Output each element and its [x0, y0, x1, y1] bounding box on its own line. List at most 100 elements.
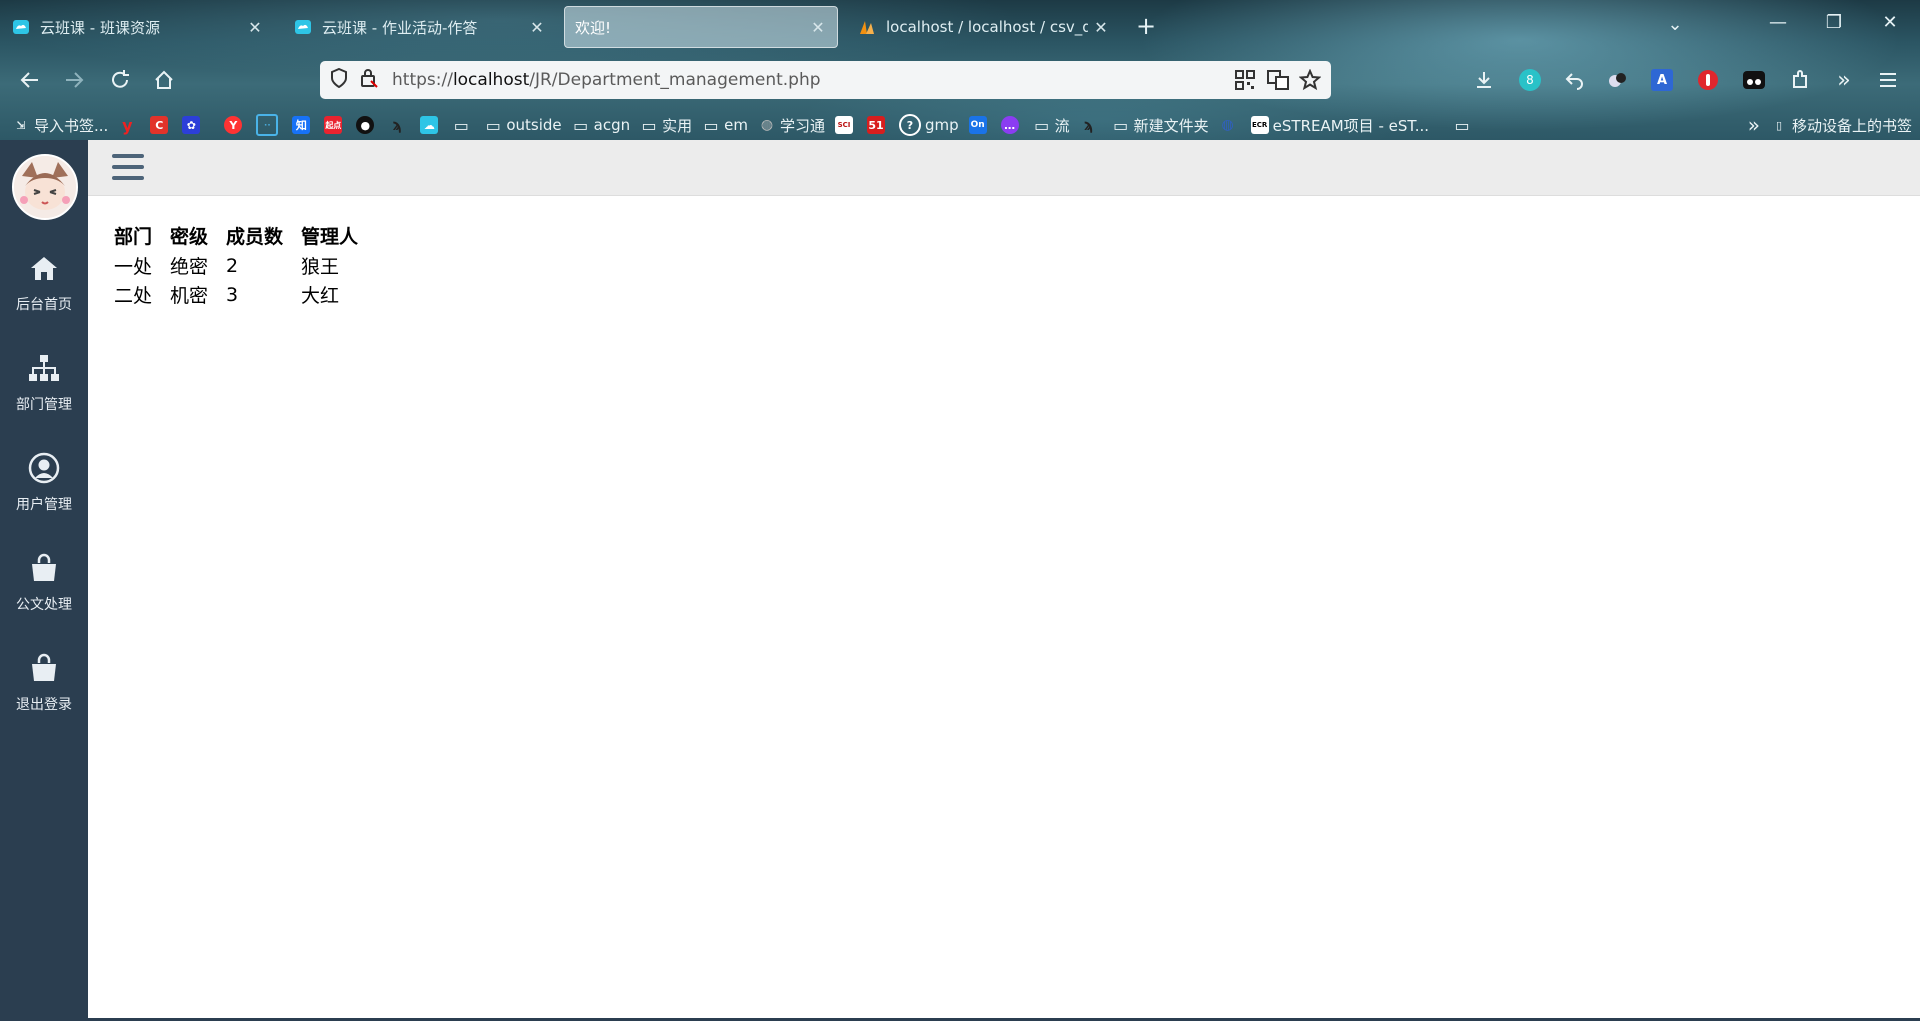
- bookmark-script-2[interactable]: ϡ: [1080, 116, 1102, 134]
- tab-yunbanke-resources[interactable]: 云班课 - 班课资源 ✕: [0, 6, 274, 48]
- bookmark-import[interactable]: ⇲ 导入书签...: [12, 115, 108, 136]
- bookmark-globe[interactable]: ◍: [1219, 116, 1241, 134]
- sidebar-item-label: 用户管理: [16, 497, 72, 513]
- 51-icon: 51: [866, 116, 885, 134]
- hamburger-menu-icon[interactable]: [112, 154, 144, 184]
- extension-badge: 8: [1519, 69, 1541, 91]
- bookmark-folder[interactable]: ▭: [452, 116, 474, 135]
- bookmark-yandex[interactable]: Y: [224, 116, 246, 134]
- privacy-glasses-icon[interactable]: [1738, 64, 1770, 96]
- help-icon: ?: [898, 114, 921, 136]
- bookmark-bilibili[interactable]: ᐧᐧ: [256, 114, 282, 136]
- sidebar-item-logout[interactable]: 退出登录: [0, 652, 88, 742]
- cloud-class-icon: [12, 18, 30, 36]
- bookmark-cloud-class[interactable]: ☁: [420, 116, 442, 134]
- globe-icon: ◍: [1221, 117, 1234, 133]
- yandex-icon: Y: [224, 116, 243, 134]
- bookmark-folder-outside[interactable]: ▭ outside: [484, 116, 562, 135]
- menu-icon[interactable]: [1872, 64, 1904, 96]
- bookmark-github[interactable]: ●: [356, 116, 378, 134]
- close-window-icon[interactable]: ✕: [1870, 12, 1910, 33]
- tab-close-icon[interactable]: ✕: [524, 18, 550, 37]
- tab-close-icon[interactable]: ✕: [1088, 18, 1114, 37]
- bookmark-youdao[interactable]: y: [118, 116, 140, 135]
- tab-close-icon[interactable]: ✕: [805, 18, 831, 37]
- bookmark-gmp[interactable]: ? gmp: [898, 114, 959, 136]
- overflow-chevron-icon[interactable]: »: [1828, 64, 1860, 96]
- bookmark-c[interactable]: C: [150, 116, 172, 134]
- undo-close-icon[interactable]: [1558, 64, 1590, 96]
- folder-icon: ▭: [641, 115, 657, 135]
- minimize-icon[interactable]: —: [1758, 12, 1798, 33]
- extension-badge-icon[interactable]: 8: [1514, 64, 1546, 96]
- tab-list-chevron-icon[interactable]: ⌄: [1655, 14, 1695, 35]
- bookmark-label: acgn: [593, 116, 631, 134]
- tab-title: 云班课 - 班课资源: [40, 18, 160, 37]
- lock-warning-icon[interactable]: [360, 68, 380, 92]
- bookmark-script[interactable]: ϡ: [388, 116, 410, 134]
- bookmark-xuexitong[interactable]: ◍ 学习通: [758, 115, 825, 136]
- extension-circles-icon[interactable]: [1602, 64, 1634, 96]
- baidu-icon: ✿: [182, 116, 201, 134]
- bookmark-folder-new[interactable]: ▭ 新建文件夹: [1112, 115, 1209, 136]
- bookmarks-overflow-icon[interactable]: »: [1748, 113, 1760, 137]
- tab-yunbanke-homework[interactable]: 云班课 - 作业活动-作答 ✕: [282, 6, 556, 48]
- bookmark-scihub[interactable]: SCI: [834, 116, 857, 134]
- c-icon: C: [150, 116, 169, 134]
- home-icon[interactable]: [148, 64, 180, 96]
- tab-close-icon[interactable]: ✕: [242, 18, 268, 37]
- extensions-puzzle-icon[interactable]: [1784, 64, 1816, 96]
- bookmark-onenote[interactable]: On: [968, 116, 991, 134]
- download-icon[interactable]: [1468, 64, 1500, 96]
- globe-icon: ◍: [760, 117, 774, 133]
- qr-code-icon[interactable]: [1235, 70, 1255, 94]
- bookmark-estream[interactable]: ECR eSTREAM项目 - eST...: [1250, 115, 1429, 136]
- avatar[interactable]: [12, 154, 78, 220]
- bookmark-51[interactable]: 51: [866, 116, 889, 134]
- cloud-class-icon: [294, 18, 312, 36]
- back-arrow-icon[interactable]: [14, 64, 46, 96]
- adblock-icon[interactable]: [1692, 64, 1724, 96]
- sidebar-item-users[interactable]: 用户管理: [0, 452, 88, 542]
- translate-icon[interactable]: [1267, 70, 1289, 94]
- scihub-icon: SCI: [834, 116, 853, 134]
- bookmark-folder-practical[interactable]: ▭ 实用: [640, 115, 693, 136]
- bookmark-zhihu[interactable]: 知: [292, 116, 314, 134]
- bookmark-label: 实用: [662, 116, 693, 135]
- bookmark-qidian[interactable]: 起点: [324, 116, 346, 134]
- sidebar-item-departments[interactable]: 部门管理: [0, 352, 88, 442]
- forward-arrow-icon[interactable]: [58, 64, 90, 96]
- sidebar-item-documents[interactable]: 公文处理: [0, 552, 88, 642]
- tab-welcome[interactable]: 欢迎! ✕: [564, 6, 838, 48]
- cell-department: 二处: [114, 285, 153, 307]
- address-bar[interactable]: https://localhost/JR/Department_manageme…: [320, 61, 1331, 99]
- onenote-icon: On: [968, 116, 987, 134]
- bookmark-folder-last[interactable]: ▭: [1453, 116, 1475, 135]
- reload-icon[interactable]: [104, 64, 136, 96]
- cloud-class-icon: ☁: [420, 116, 439, 134]
- tab-phpmyadmin[interactable]: localhost / localhost / csv_db ✕: [846, 6, 1120, 48]
- bookmark-folder-acgn[interactable]: ▭ acgn: [572, 116, 631, 135]
- column-header-member-count: 成员数: [226, 226, 284, 248]
- url-text: https://localhost/JR/Department_manageme…: [392, 70, 821, 90]
- sidebar-item-label: 退出登录: [16, 697, 72, 713]
- bookmark-baidu[interactable]: ✿: [182, 116, 204, 134]
- department-table: 部门 密级 成员数 管理人 一处 绝密 2 狼王 二处 机密 3 大红: [110, 220, 372, 309]
- qidian-icon: 起点: [324, 116, 343, 134]
- ecr-icon: ECR: [1250, 116, 1269, 134]
- mobile-bookmarks-label: 移动设备上的书签: [1791, 116, 1912, 135]
- mobile-bookmarks[interactable]: ▯ 移动设备上的书签: [1770, 115, 1912, 136]
- bookmark-folder-flow[interactable]: ▭ 流: [1033, 115, 1070, 136]
- bookmark-label: outside: [506, 116, 562, 134]
- bookmark-chat[interactable]: …: [1000, 116, 1023, 134]
- star-bookmark-icon[interactable]: [1298, 68, 1322, 95]
- sidebar-item-dashboard[interactable]: 后台首页: [0, 252, 88, 342]
- translate-extension-icon[interactable]: A: [1646, 64, 1678, 96]
- shield-icon[interactable]: [330, 67, 350, 92]
- new-tab-icon[interactable]: +: [1136, 12, 1156, 40]
- restore-icon[interactable]: ❐: [1814, 12, 1854, 33]
- url-path: /JR/Department_management.php: [529, 70, 821, 90]
- user-circle-icon: [28, 452, 60, 484]
- bookmark-folder-em[interactable]: ▭ em: [702, 115, 748, 135]
- folder-icon: ▭: [703, 115, 719, 135]
